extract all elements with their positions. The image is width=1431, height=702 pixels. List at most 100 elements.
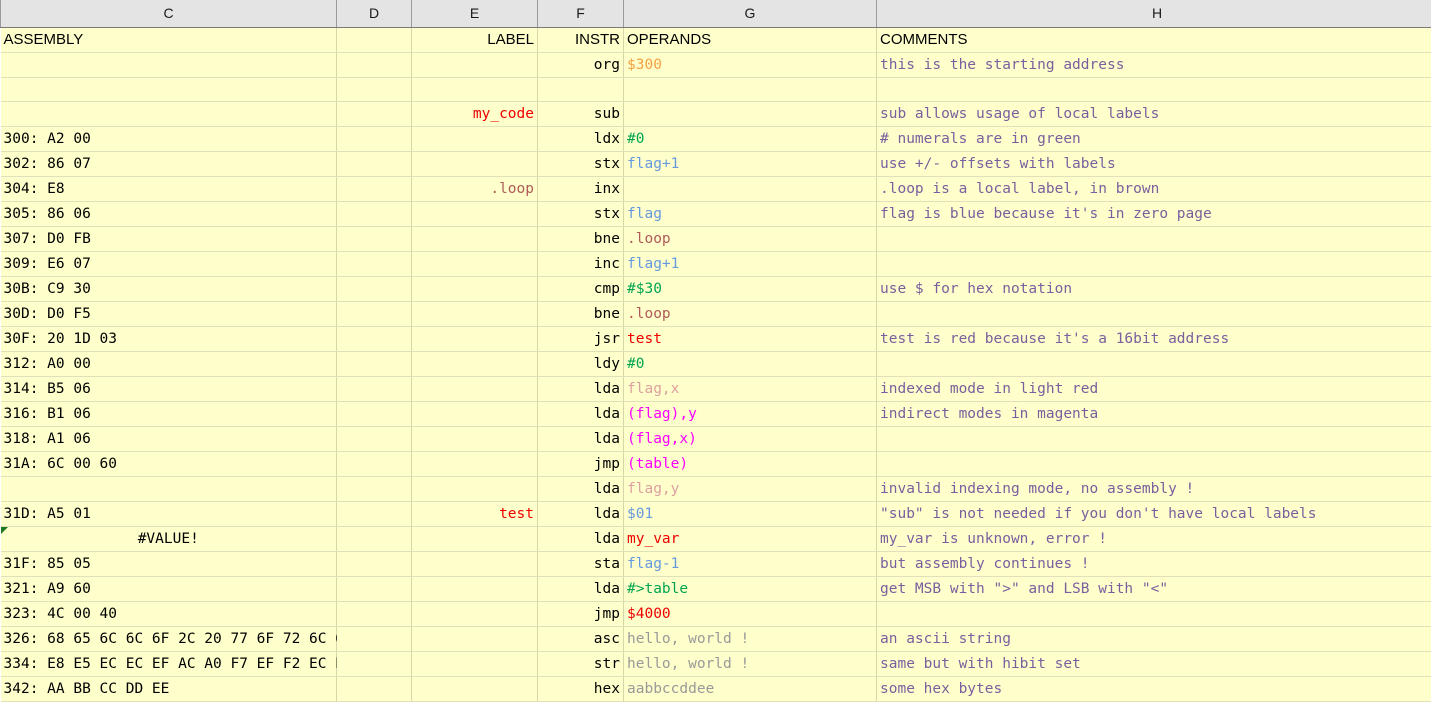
cell-G21[interactable]: my_var — [624, 526, 877, 551]
cell-G27[interactable]: aabbccddee — [624, 676, 877, 701]
cell-F6[interactable]: stx — [538, 151, 624, 176]
cell-E26[interactable] — [412, 651, 538, 676]
cell-C9[interactable]: 307: D0 FB — [1, 226, 337, 251]
cell-E16[interactable] — [412, 401, 538, 426]
cell-F23[interactable]: lda — [538, 576, 624, 601]
cell-D16[interactable] — [337, 401, 412, 426]
cell-H22[interactable]: but assembly continues ! — [877, 551, 1431, 576]
cell-F17[interactable]: lda — [538, 426, 624, 451]
cell-H11[interactable]: use $ for hex notation — [877, 276, 1431, 301]
table-row[interactable]: ldaflag,yinvalid indexing mode, no assem… — [1, 476, 1431, 501]
cell-F1[interactable]: INSTR — [538, 27, 624, 52]
cell-F13[interactable]: jsr — [538, 326, 624, 351]
column-header-c[interactable]: C — [1, 0, 337, 27]
cell-C20[interactable]: 31D: A5 01 — [1, 501, 337, 526]
cell-E4[interactable]: my_code — [412, 101, 538, 126]
cell-F4[interactable]: sub — [538, 101, 624, 126]
table-row[interactable]: 31A: 6C 00 60jmp(table) — [1, 451, 1431, 476]
cell-F11[interactable]: cmp — [538, 276, 624, 301]
cell-D14[interactable] — [337, 351, 412, 376]
cell-H21[interactable]: my_var is unknown, error ! — [877, 526, 1431, 551]
cell-E15[interactable] — [412, 376, 538, 401]
cell-F9[interactable]: bne — [538, 226, 624, 251]
cell-D6[interactable] — [337, 151, 412, 176]
cell-C13[interactable]: 30F: 20 1D 03 — [1, 326, 337, 351]
cell-H26[interactable]: same but with hibit set — [877, 651, 1431, 676]
table-row[interactable]: 302: 86 07stxflag+1use +/- offsets with … — [1, 151, 1431, 176]
cell-G6[interactable]: flag+1 — [624, 151, 877, 176]
table-row[interactable]: 30D: D0 F5bne.loop — [1, 301, 1431, 326]
cell-D5[interactable] — [337, 126, 412, 151]
cell-C15[interactable]: 314: B5 06 — [1, 376, 337, 401]
cell-G10[interactable]: flag+1 — [624, 251, 877, 276]
table-header-row[interactable]: ASSEMBLYLABELINSTROPERANDSCOMMENTS — [1, 27, 1431, 52]
cell-H8[interactable]: flag is blue because it's in zero page — [877, 201, 1431, 226]
cell-E22[interactable] — [412, 551, 538, 576]
cell-C8[interactable]: 305: 86 06 — [1, 201, 337, 226]
cell-G11[interactable]: #$30 — [624, 276, 877, 301]
cell-F27[interactable]: hex — [538, 676, 624, 701]
cell-D17[interactable] — [337, 426, 412, 451]
cell-H18[interactable] — [877, 451, 1431, 476]
cell-G22[interactable]: flag-1 — [624, 551, 877, 576]
cell-G8[interactable]: flag — [624, 201, 877, 226]
cell-C3[interactable] — [1, 77, 337, 101]
cell-C23[interactable]: 321: A9 60 — [1, 576, 337, 601]
cell-E27[interactable] — [412, 676, 538, 701]
cell-D1[interactable] — [337, 27, 412, 52]
cell-H24[interactable] — [877, 601, 1431, 626]
cell-H4[interactable]: sub allows usage of local labels — [877, 101, 1431, 126]
table-row[interactable]: 321: A9 60lda#>tableget MSB with ">" and… — [1, 576, 1431, 601]
cell-E24[interactable] — [412, 601, 538, 626]
cell-D3[interactable] — [337, 77, 412, 101]
cell-F25[interactable]: asc — [538, 626, 624, 651]
cell-H23[interactable]: get MSB with ">" and LSB with "<" — [877, 576, 1431, 601]
cell-C7[interactable]: 304: E8 — [1, 176, 337, 201]
cell-F3[interactable] — [538, 77, 624, 101]
cell-C18[interactable]: 31A: 6C 00 60 — [1, 451, 337, 476]
cell-H10[interactable] — [877, 251, 1431, 276]
table-row[interactable]: 323: 4C 00 40jmp$4000 — [1, 601, 1431, 626]
cell-E7[interactable]: .loop — [412, 176, 538, 201]
column-header-h[interactable]: H — [877, 0, 1431, 27]
cell-G14[interactable]: #0 — [624, 351, 877, 376]
cell-C10[interactable]: 309: E6 07 — [1, 251, 337, 276]
cell-C14[interactable]: 312: A0 00 — [1, 351, 337, 376]
cell-C17[interactable]: 318: A1 06 — [1, 426, 337, 451]
cell-H15[interactable]: indexed mode in light red — [877, 376, 1431, 401]
table-row[interactable]: 31F: 85 05staflag-1but assembly continue… — [1, 551, 1431, 576]
cell-H27[interactable]: some hex bytes — [877, 676, 1431, 701]
cell-D7[interactable] — [337, 176, 412, 201]
cell-G15[interactable]: flag,x — [624, 376, 877, 401]
table-row[interactable]: 304: E8.loopinx.loop is a local label, i… — [1, 176, 1431, 201]
cell-H7[interactable]: .loop is a local label, in brown — [877, 176, 1431, 201]
cell-G13[interactable]: test — [624, 326, 877, 351]
cell-E10[interactable] — [412, 251, 538, 276]
cell-H19[interactable]: invalid indexing mode, no assembly ! — [877, 476, 1431, 501]
cell-D24[interactable] — [337, 601, 412, 626]
cell-G1[interactable]: OPERANDS — [624, 27, 877, 52]
table-row[interactable]: 30F: 20 1D 03jsrtesttest is red because … — [1, 326, 1431, 351]
cell-D18[interactable] — [337, 451, 412, 476]
cell-D27[interactable] — [337, 676, 412, 701]
cell-E13[interactable] — [412, 326, 538, 351]
table-row[interactable]: 30B: C9 30cmp#$30use $ for hex notation — [1, 276, 1431, 301]
table-row[interactable]: #VALUE!ldamy_varmy_var is unknown, error… — [1, 526, 1431, 551]
cell-F20[interactable]: lda — [538, 501, 624, 526]
cell-F15[interactable]: lda — [538, 376, 624, 401]
table-row[interactable]: 318: A1 06lda(flag,x) — [1, 426, 1431, 451]
cell-G20[interactable]: $01 — [624, 501, 877, 526]
cell-D4[interactable] — [337, 101, 412, 126]
cell-F19[interactable]: lda — [538, 476, 624, 501]
cell-F18[interactable]: jmp — [538, 451, 624, 476]
cell-E2[interactable] — [412, 52, 538, 77]
cell-D12[interactable] — [337, 301, 412, 326]
cell-C21[interactable]: #VALUE! — [1, 526, 337, 551]
cell-D22[interactable] — [337, 551, 412, 576]
cell-D8[interactable] — [337, 201, 412, 226]
cell-D13[interactable] — [337, 326, 412, 351]
cell-H9[interactable] — [877, 226, 1431, 251]
cell-E3[interactable] — [412, 77, 538, 101]
cell-F16[interactable]: lda — [538, 401, 624, 426]
cell-D20[interactable] — [337, 501, 412, 526]
